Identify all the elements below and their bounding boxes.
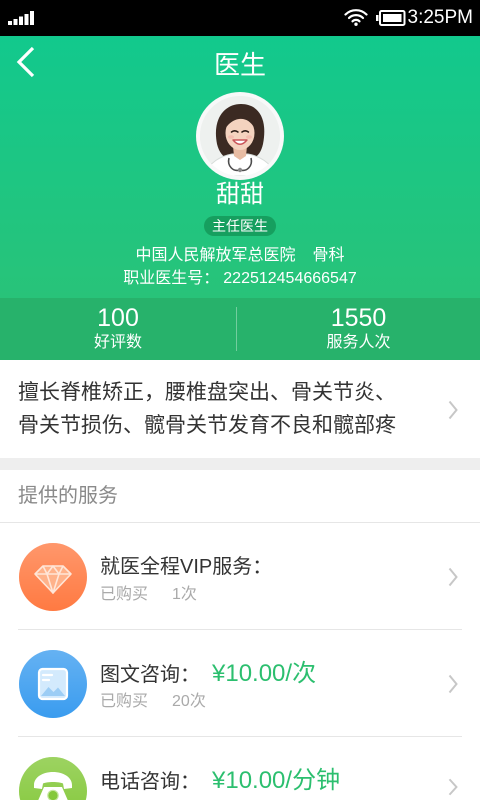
service-price: ¥10.00/次	[212, 660, 317, 687]
status-bar: 3:25PM	[0, 0, 480, 36]
back-arrow-icon	[16, 46, 35, 78]
hospital-name: 中国人民解放军总医院	[135, 247, 296, 264]
stat-value: 1550	[330, 304, 387, 332]
wifi-icon	[344, 9, 368, 26]
stat-label: 服务人次	[326, 334, 391, 351]
diamond-icon	[19, 543, 87, 611]
department: 骨科	[312, 247, 345, 264]
doctor-photo	[200, 96, 280, 176]
back-button[interactable]	[8, 42, 44, 82]
signal-icon	[8, 11, 34, 25]
chevron-right-icon	[448, 674, 458, 694]
chevron-right-icon	[448, 567, 458, 587]
license-label: 职业医生号：	[123, 270, 220, 287]
doctor-name: 甜甜	[216, 181, 264, 208]
specialty-text: 擅长脊椎矫正，腰椎盘突出、骨关节炎、 骨关节损伤、髋骨关节发育不良和髋部疼	[18, 376, 438, 442]
service-purchase-info: 已购买 1次	[100, 585, 197, 605]
picture-icon	[19, 650, 87, 718]
service-name: 图文咨询：	[100, 664, 200, 686]
title-badge-row: 主任医生	[0, 216, 480, 236]
service-name: 电话咨询：	[100, 771, 200, 793]
license-number: 222512454666547	[223, 270, 357, 287]
phone-icon	[19, 757, 87, 800]
battery-icon	[376, 10, 406, 26]
doctor-profile-screen: 3:25PM 医生 甜甜 主任医生 中国人民解放军总医院 骨科 职业医生号： 2…	[0, 0, 480, 800]
service-title: 图文咨询： ¥10.00/次	[100, 658, 316, 690]
purchased-label: 已购买	[100, 586, 149, 603]
stat-value: 100	[97, 304, 139, 332]
hospital-line: 中国人民解放军总医院 骨科	[0, 245, 480, 267]
section-separator	[0, 458, 480, 470]
chevron-right-icon	[448, 778, 458, 796]
stat-good-reviews: 100 好评数	[0, 298, 236, 360]
service-price: ¥10.00/分钟	[212, 767, 341, 794]
purchased-count: 1次	[172, 586, 197, 603]
purchased-count: 20次	[172, 693, 206, 710]
page-title: 医生	[213, 50, 266, 80]
service-purchase-info: 已购买 20次	[100, 692, 206, 712]
specialty-line: 骨关节损伤、髋骨关节发育不良和髋部疼	[18, 414, 396, 437]
license-line: 职业医生号： 222512454666547	[0, 268, 480, 290]
services-heading-label: 提供的服务	[18, 485, 118, 507]
service-title: 电话咨询： ¥10.00/分钟	[100, 765, 340, 797]
status-time: 3:25PM	[407, 7, 473, 28]
avatar	[196, 92, 284, 180]
purchased-label: 已购买	[100, 693, 149, 710]
service-name: 就医全程VIP服务：	[100, 556, 273, 578]
stats-band: 100 好评数 1550 服务人次	[0, 298, 480, 360]
services-heading: 提供的服务	[0, 470, 480, 523]
specialty-line: 擅长脊椎矫正，腰椎盘突出、骨关节炎、	[18, 381, 396, 404]
doctor-title-badge: 主任医生	[204, 216, 276, 236]
specialty-row[interactable]: 擅长脊椎矫正，腰椎盘突出、骨关节炎、 骨关节损伤、髋骨关节发育不良和髋部疼	[0, 360, 480, 458]
doctor-header: 医生 甜甜 主任医生 中国人民解放军总医院 骨科 职业医生号： 22251245…	[0, 36, 480, 298]
service-item-phone-consult[interactable]: 电话咨询： ¥10.00/分钟	[0, 737, 480, 800]
service-item-vip[interactable]: 就医全程VIP服务： 已购买 1次	[0, 523, 480, 630]
service-title: 就医全程VIP服务：	[100, 551, 272, 583]
chevron-right-icon	[448, 400, 458, 420]
service-item-text-consult[interactable]: 图文咨询： ¥10.00/次 已购买 20次	[0, 630, 480, 737]
stat-label: 好评数	[93, 334, 142, 351]
stat-service-count: 1550 服务人次	[237, 298, 480, 360]
